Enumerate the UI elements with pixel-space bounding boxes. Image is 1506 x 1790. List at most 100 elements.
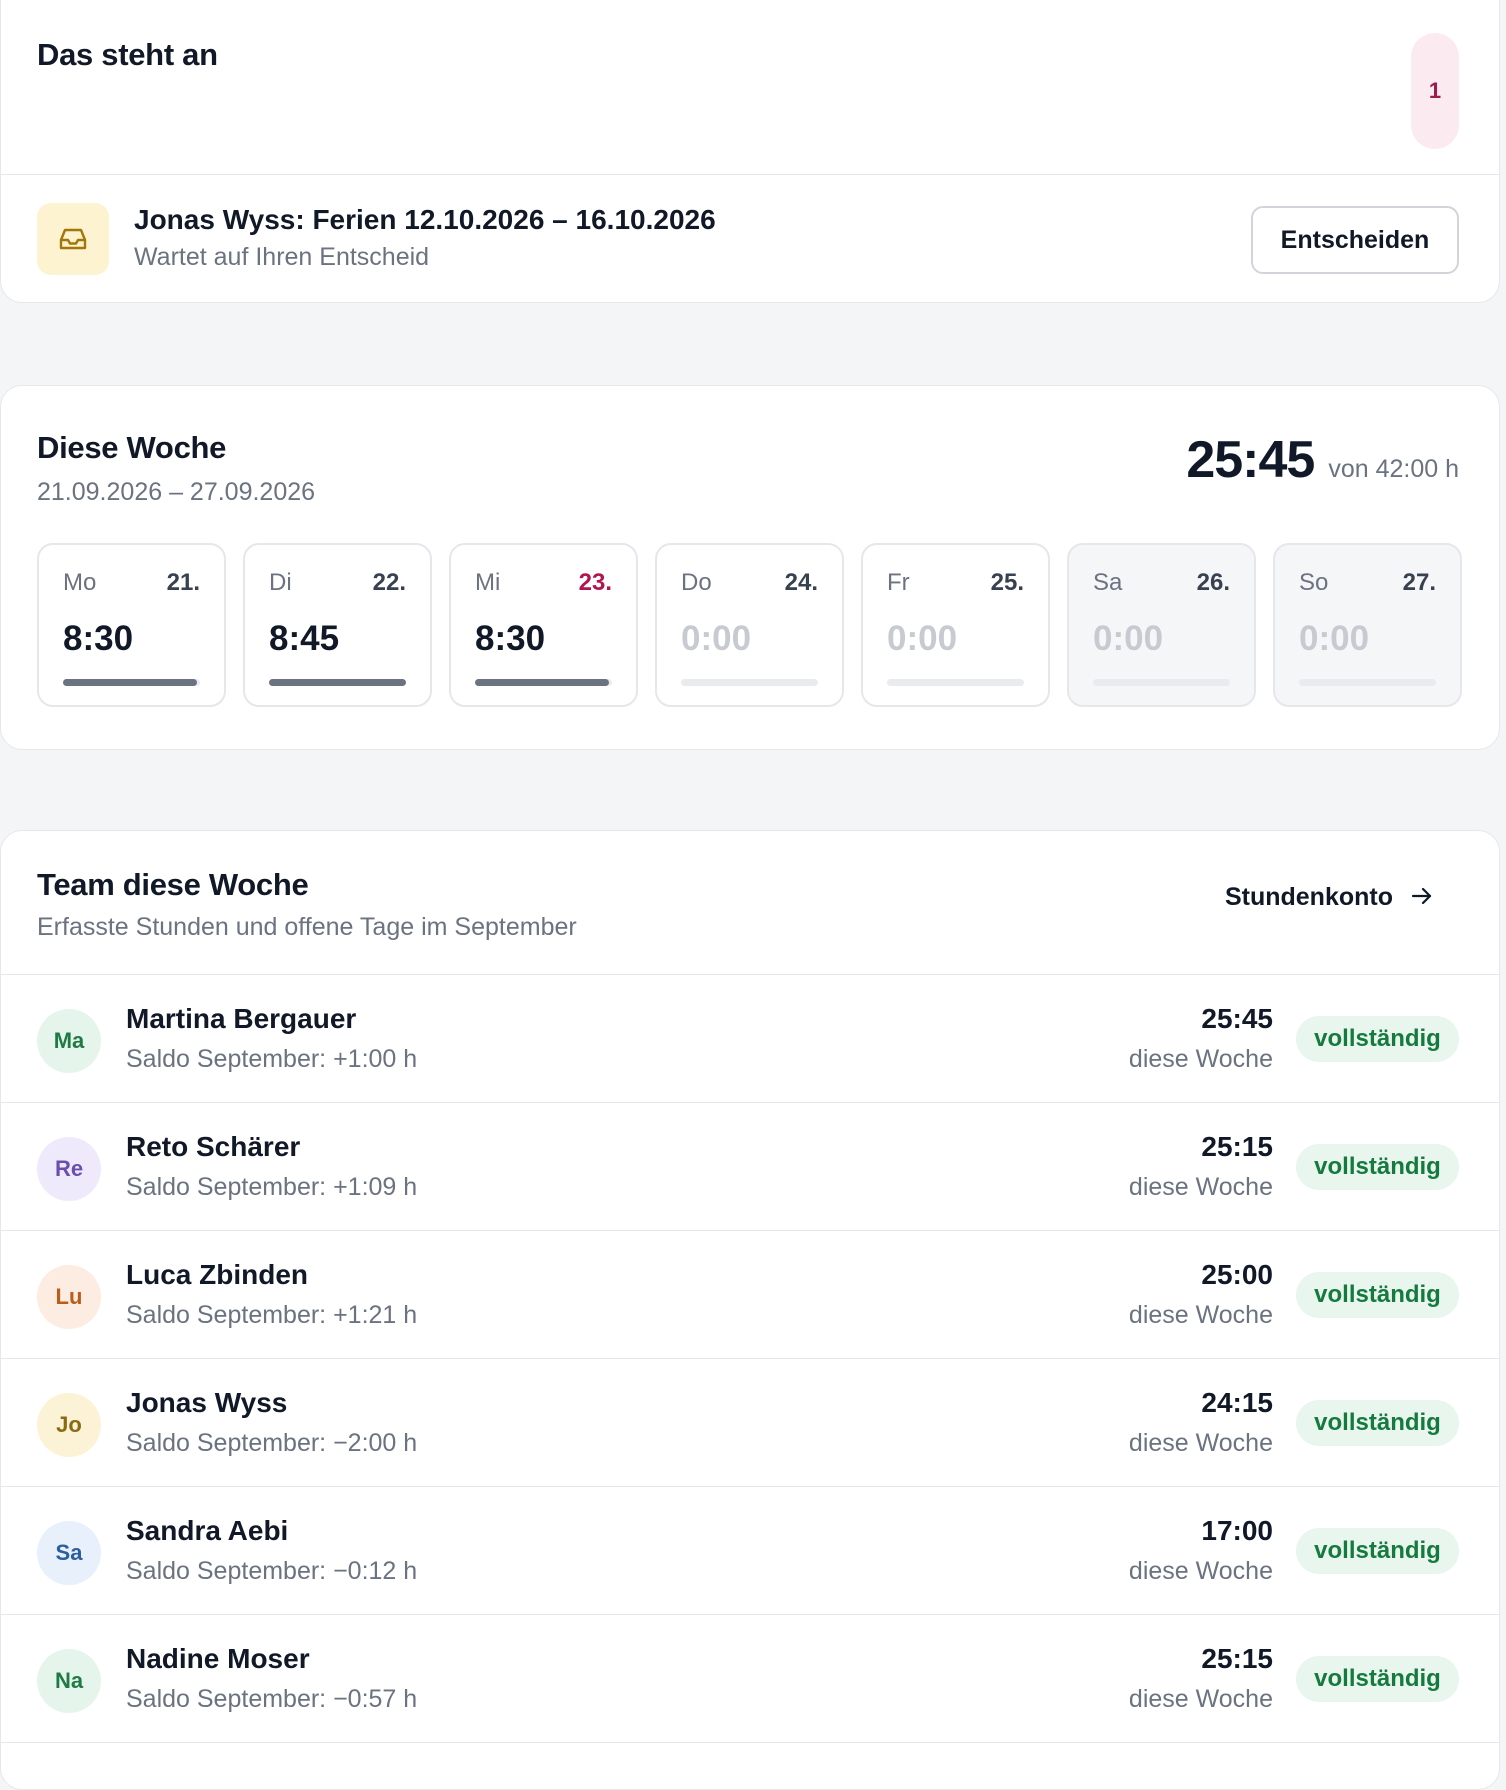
member-week-label: diese Woche (1128, 1045, 1273, 1073)
team-member-row[interactable]: Na Nadine Moser Saldo September: −0:57 h 25… (1, 1615, 1499, 1743)
day-hours: 0:00 (887, 619, 958, 658)
divider (1, 174, 1499, 175)
inbox-icon (37, 203, 109, 275)
request-subtitle: Wartet auf Ihren Entscheid (134, 243, 430, 271)
week-total-hours: 25:45 (1186, 431, 1315, 489)
avatar: Ma (37, 1009, 101, 1073)
request-title: Jonas Wyss: Ferien 12.10.2026 – 16.10.20… (134, 204, 716, 235)
week-card: Diese Woche 21.09.2026 – 27.09.2026 25:4… (0, 385, 1500, 750)
member-week-hours: 24:15 (1201, 1387, 1273, 1418)
status-badge: vollständig (1296, 1272, 1459, 1318)
day-tile[interactable]: Mo 21. 8:30 (37, 543, 226, 707)
member-week-hours: 25:15 (1201, 1643, 1273, 1674)
day-name: Fr (887, 569, 910, 596)
member-week-hours: 25:45 (1201, 1003, 1273, 1034)
member-saldo: Saldo September: −0:12 h (126, 1557, 418, 1585)
day-date: 21. (166, 569, 200, 596)
day-progress-bar (269, 679, 406, 686)
stundenkonto-link-label: Stundenkonto (1224, 883, 1393, 911)
day-progress-bar (475, 679, 612, 686)
day-name: So (1299, 569, 1329, 596)
member-name: Martina Bergauer (126, 1003, 357, 1034)
day-progress-bar (681, 679, 818, 686)
decide-button[interactable]: Entscheiden (1251, 206, 1459, 274)
avatar: Na (37, 1649, 101, 1713)
week-target-hours: von 42:00 h (1328, 455, 1459, 483)
member-week-label: diese Woche (1128, 1557, 1273, 1585)
day-name: Sa (1093, 569, 1123, 596)
status-badge: vollständig (1296, 1400, 1459, 1446)
arrow-right-icon (1411, 883, 1433, 912)
team-member-row[interactable]: Lu Luca Zbinden Saldo September: +1:21 h 25… (1, 1231, 1499, 1359)
day-name: Di (269, 569, 292, 596)
day-hours: 0:00 (681, 619, 752, 658)
day-tile[interactable]: Sa 26. 0:00 (1067, 543, 1256, 707)
day-date: 23. (578, 569, 612, 596)
day-name: Mi (475, 569, 501, 596)
member-week-hours: 17:00 (1201, 1515, 1273, 1546)
team-title: Team diese Woche (37, 867, 309, 902)
day-hours: 0:00 (1299, 619, 1370, 658)
day-progress-fill (269, 679, 406, 686)
day-tile[interactable]: Di 22. 8:45 (243, 543, 432, 707)
day-list: Mo 21. 8:30 Di 22. 8:45 Mi 23. 8:30 Do 24. 0:00 Fr 25… (37, 543, 1462, 707)
day-hours: 8:30 (475, 619, 546, 658)
member-week-hours: 25:15 (1201, 1131, 1273, 1162)
day-tile[interactable]: Mi 23. 8:30 (449, 543, 638, 707)
avatar: Re (37, 1137, 101, 1201)
day-progress-bar (887, 679, 1024, 686)
day-name: Do (681, 569, 712, 596)
week-range: 21.09.2026 – 27.09.2026 (37, 478, 316, 506)
member-week-label: diese Woche (1128, 1301, 1273, 1329)
stundenkonto-link[interactable]: Stundenkonto (1225, 883, 1433, 912)
week-total: 25:45 von 42:00 h (1186, 430, 1459, 490)
pending-card: Das steht an 1 Jonas Wyss: Ferien 12.10.… (0, 0, 1500, 303)
day-progress-bar (63, 679, 200, 686)
day-date: 25. (990, 569, 1024, 596)
day-hours: 8:30 (63, 619, 134, 658)
status-badge: vollständig (1296, 1144, 1459, 1190)
member-saldo: Saldo September: −0:57 h (126, 1685, 418, 1713)
member-saldo: Saldo September: +1:21 h (126, 1301, 418, 1329)
day-hours: 0:00 (1093, 619, 1164, 658)
team-member-list: Ma Martina Bergauer Saldo September: +1:00… (1, 975, 1499, 1743)
team-subtitle: Erfasste Stunden und offene Tage im Sept… (37, 913, 577, 941)
day-date: 26. (1196, 569, 1230, 596)
day-tile[interactable]: So 27. 0:00 (1273, 543, 1462, 707)
team-member-row[interactable]: Sa Sandra Aebi Saldo September: −0:12 h 17:… (1, 1487, 1499, 1615)
day-progress-fill (63, 679, 198, 686)
day-name: Mo (63, 569, 97, 596)
team-card: Team diese Woche Erfasste Stunden und of… (0, 830, 1500, 1790)
avatar: Lu (37, 1265, 101, 1329)
team-member-row[interactable]: Jo Jonas Wyss Saldo September: −2:00 h 24:1… (1, 1359, 1499, 1487)
status-badge: vollständig (1296, 1016, 1459, 1062)
member-name: Reto Schärer (126, 1131, 301, 1162)
team-member-row[interactable]: Ma Martina Bergauer Saldo September: +1:00… (1, 975, 1499, 1103)
day-date: 27. (1402, 569, 1436, 596)
status-badge: vollständig (1296, 1528, 1459, 1574)
pending-count-badge: 1 (1411, 33, 1459, 149)
member-saldo: Saldo September: +1:09 h (126, 1173, 418, 1201)
week-title: Diese Woche (37, 430, 227, 465)
day-tile[interactable]: Fr 25. 0:00 (861, 543, 1050, 707)
day-date: 22. (372, 569, 406, 596)
day-progress-bar (1299, 679, 1436, 686)
avatar: Sa (37, 1521, 101, 1585)
member-name: Luca Zbinden (126, 1259, 308, 1290)
status-badge: vollständig (1296, 1656, 1459, 1702)
day-tile[interactable]: Do 24. 0:00 (655, 543, 844, 707)
member-saldo: Saldo September: −2:00 h (126, 1429, 418, 1457)
team-member-row[interactable]: Re Reto Schärer Saldo September: +1:09 h 25… (1, 1103, 1499, 1231)
avatar: Jo (37, 1393, 101, 1457)
member-week-label: diese Woche (1128, 1173, 1273, 1201)
member-name: Sandra Aebi (126, 1515, 289, 1546)
pending-title: Das steht an (37, 37, 218, 72)
member-week-label: diese Woche (1128, 1685, 1273, 1713)
member-name: Jonas Wyss (126, 1387, 288, 1418)
member-week-label: diese Woche (1128, 1429, 1273, 1457)
day-progress-bar (1093, 679, 1230, 686)
day-date: 24. (784, 569, 818, 596)
day-hours: 8:45 (269, 619, 340, 658)
member-saldo: Saldo September: +1:00 h (126, 1045, 418, 1073)
member-week-hours: 25:00 (1201, 1259, 1273, 1290)
